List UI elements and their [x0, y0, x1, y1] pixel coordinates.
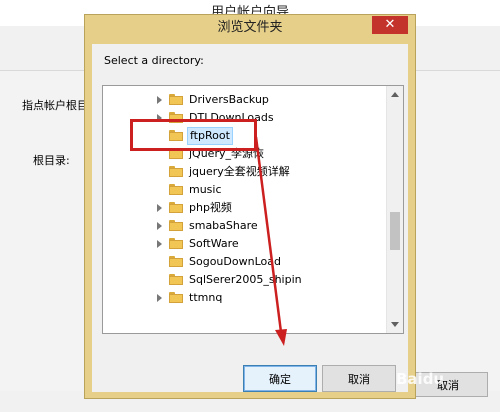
cancel-button[interactable]: 取消 [322, 365, 396, 392]
folder-icon [169, 238, 183, 249]
dialog-client-area: Select a directory: DriversBackup DTLDown… [92, 44, 408, 392]
vertical-scrollbar[interactable] [386, 86, 403, 333]
tree-item-label: music [189, 183, 222, 196]
folder-icon [169, 202, 183, 213]
tree-item[interactable]: ttmnq [103, 289, 386, 307]
scroll-down-arrow-icon[interactable] [391, 322, 399, 327]
tree-item-label: smabaShare [189, 219, 258, 232]
tree-item-label: jquery全套视频详解 [189, 165, 290, 178]
folder-icon [169, 166, 183, 177]
close-button[interactable]: ✕ [372, 16, 408, 34]
tree-item[interactable]: smabaShare [103, 217, 386, 235]
select-directory-prompt: Select a directory: [104, 54, 204, 67]
tree-item-label: SoftWare [189, 237, 239, 250]
expand-arrow-icon[interactable] [157, 96, 162, 104]
tree-item[interactable]: SoftWare [103, 235, 386, 253]
folder-icon [169, 256, 183, 267]
ok-button[interactable]: 确定 [243, 365, 317, 392]
browse-folder-dialog: 浏览文件夹 ✕ Select a directory: DriversBacku… [84, 14, 416, 399]
tree-item-label: SqlSerer2005_shipin [189, 273, 302, 286]
tree-item[interactable]: music [103, 181, 386, 199]
folder-icon [169, 184, 183, 195]
expand-arrow-icon[interactable] [157, 294, 162, 302]
tree-item[interactable]: DriversBackup [103, 91, 386, 109]
tree-item[interactable]: SqlSerer2005_shipin [103, 271, 386, 289]
close-icon: ✕ [384, 17, 396, 32]
tree-item[interactable]: SogouDownLoad [103, 253, 386, 271]
tree-item[interactable]: php视频 [103, 199, 386, 217]
expand-arrow-icon[interactable] [157, 240, 162, 248]
expand-arrow-icon[interactable] [157, 204, 162, 212]
expand-arrow-icon[interactable] [157, 222, 162, 230]
annotation-highlight-box [130, 119, 257, 151]
folder-icon [169, 292, 183, 303]
tree-item-label: ttmnq [189, 291, 223, 304]
folder-icon [169, 94, 183, 105]
folder-icon [169, 220, 183, 231]
root-directory-label: 根目录: [33, 154, 70, 167]
scroll-thumb[interactable] [390, 212, 400, 250]
account-root-label: 指点帐户根目 [22, 99, 88, 112]
tree-item-label: php视频 [189, 201, 232, 214]
scroll-up-arrow-icon[interactable] [391, 92, 399, 97]
tree-item-label: DriversBackup [189, 93, 269, 106]
tree-item[interactable]: jquery全套视频详解 [103, 163, 386, 181]
dialog-title: 浏览文件夹 [217, 20, 283, 35]
watermark: Baidu [396, 370, 445, 388]
folder-icon [169, 274, 183, 285]
tree-item-label: SogouDownLoad [189, 255, 281, 268]
